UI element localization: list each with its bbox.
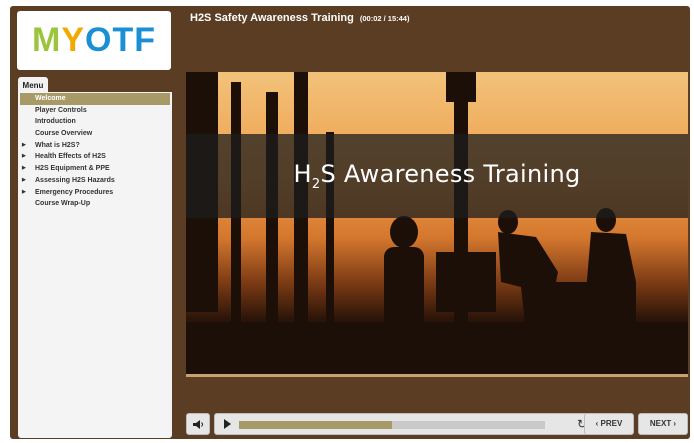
expand-arrow-icon[interactable]: ▶: [22, 187, 26, 199]
expand-arrow-icon[interactable]: ▶: [22, 175, 26, 187]
logo-letter-y: Y: [61, 21, 86, 59]
menu-item-label: Player Controls: [35, 106, 87, 114]
play-icon[interactable]: [224, 419, 231, 429]
menu-item-label: Course Wrap-Up: [35, 200, 91, 208]
expand-arrow-icon[interactable]: ▶: [22, 163, 26, 175]
seek-track[interactable]: [239, 421, 545, 429]
menu-tab[interactable]: Menu: [18, 77, 48, 93]
menu-item[interactable]: ▶ H2S Equipment & PPE: [18, 163, 172, 175]
slide-area: H2S Awareness Training: [186, 72, 688, 377]
mute-button[interactable]: [186, 413, 210, 435]
seek-bar-container: ↻: [214, 413, 596, 435]
slide-title-banner: H2S Awareness Training: [186, 134, 688, 218]
menu-item[interactable]: ▶ Assessing H2S Hazards: [18, 175, 172, 187]
seek-progress: [239, 421, 392, 429]
worker-head: [390, 216, 418, 248]
wellhead-top: [446, 72, 476, 102]
menu-item[interactable]: Welcome: [20, 93, 170, 105]
menu-item-label: Emergency Procedures: [35, 188, 114, 196]
menu-item-label: What is H2S?: [35, 141, 80, 149]
logo: MYOTF: [17, 11, 171, 70]
worker-body: [384, 247, 424, 327]
speaker-icon: [193, 420, 203, 429]
slide-title-rest: S Awareness Training: [320, 160, 581, 189]
menu-item-label: Introduction: [35, 118, 76, 126]
menu-item[interactable]: Course Wrap-Up: [18, 198, 172, 210]
ground: [186, 322, 688, 374]
oilfield-silhouette-image: [186, 72, 688, 374]
slide-title-h: H: [293, 160, 312, 189]
next-button[interactable]: NEXT ›: [638, 413, 688, 435]
menu-panel: Welcome Player Controls Introduction Course…: [18, 92, 172, 438]
logo-letter-m: M: [32, 21, 62, 59]
menu-item-label: Course Overview: [35, 130, 93, 138]
menu-item-label: Health Effects of H2S: [35, 153, 106, 161]
logo-letters-otf: OTF: [85, 21, 156, 59]
menu-item[interactable]: Player Controls: [18, 105, 172, 117]
course-title: H2S Safety Awareness Training (00:02 / 15…: [190, 12, 409, 24]
menu-item-label: Assessing H2S Hazards: [35, 176, 115, 184]
menu-item[interactable]: ▶ What is H2S?: [18, 140, 172, 152]
slide-title: H2S Awareness Training: [294, 160, 581, 192]
course-title-text: H2S Safety Awareness Training: [190, 12, 354, 24]
menu-item[interactable]: Introduction: [18, 116, 172, 128]
expand-arrow-icon[interactable]: ▶: [22, 140, 26, 152]
wellhead-body: [436, 252, 496, 312]
elapsed-time: (00:02 / 15:44): [359, 14, 410, 23]
menu-item-label: Welcome: [35, 95, 66, 102]
menu-item[interactable]: ▶ Health Effects of H2S: [18, 151, 172, 163]
menu-item[interactable]: ▶ Emergency Procedures: [18, 187, 172, 199]
menu-item-label: H2S Equipment & PPE: [35, 165, 110, 173]
prev-button[interactable]: ‹ PREV: [584, 413, 634, 435]
menu-item[interactable]: Course Overview: [18, 128, 172, 140]
expand-arrow-icon[interactable]: ▶: [22, 151, 26, 163]
